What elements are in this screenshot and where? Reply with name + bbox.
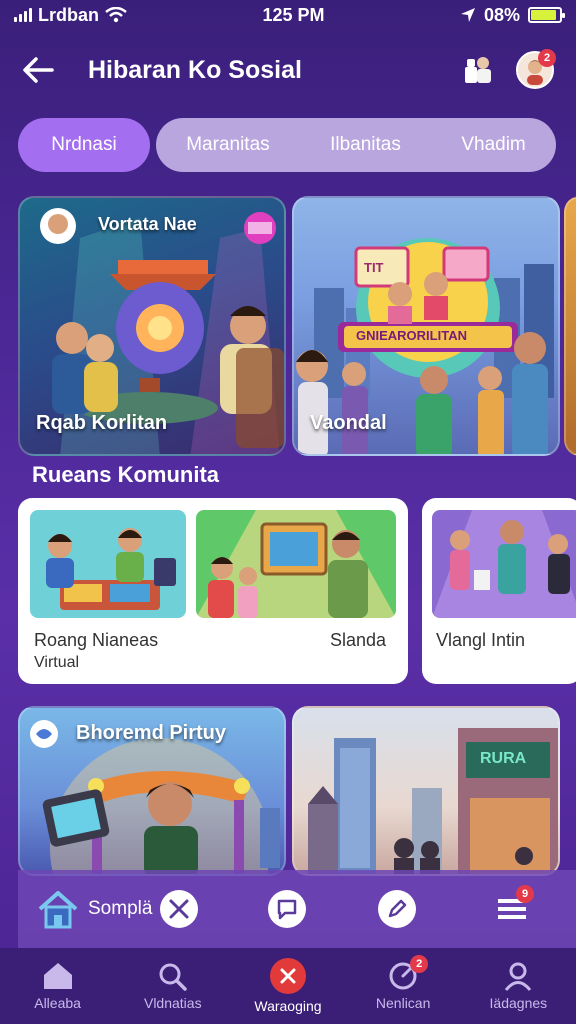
chat-bubble-icon — [277, 899, 297, 920]
nav-item-profile[interactable]: Iädagnes — [463, 961, 573, 1011]
app-header: Hibaran Ko Sosial 2 — [0, 44, 576, 96]
featured-label: Rqab Korlitan — [36, 412, 168, 434]
featured-label: Vaondal — [310, 412, 387, 434]
nav-item-notifications[interactable]: 2 Nenlican — [348, 955, 458, 1011]
location-arrow-icon — [460, 8, 475, 22]
bottom-navigation: Alleaba Vldnatias Waraoging 2 Nenlican I… — [0, 948, 576, 1024]
tab-group: Maranitas Ilbanitas Vhadim — [156, 118, 556, 172]
status-bar: Lrdban 125 PM 08% — [0, 0, 576, 30]
signal-icon — [14, 8, 32, 22]
home-icon — [38, 891, 78, 929]
battery-icon — [527, 7, 565, 23]
tools-icon — [169, 899, 189, 919]
board-game-illustration — [30, 510, 186, 618]
clock: 125 PM — [262, 4, 325, 25]
edit-button[interactable] — [378, 890, 416, 928]
community-card[interactable]: Roang Nianeas Virtual Slanda — [18, 498, 408, 684]
back-button[interactable] — [22, 52, 58, 88]
home-shortcut-label: Somplä — [88, 898, 153, 919]
search-icon — [159, 963, 187, 991]
profile-avatar[interactable]: 2 — [516, 49, 556, 89]
wifi-icon — [105, 7, 127, 23]
featured-card-peek[interactable] — [564, 196, 576, 456]
card-caption-secondary: Virtual — [34, 654, 80, 671]
nav-label: Alleaba — [34, 995, 81, 1011]
notification-badge: 2 — [538, 49, 556, 67]
nav-label: Vldnatias — [143, 995, 202, 1011]
tab-item[interactable]: Ilbanitas — [330, 134, 401, 156]
family-tablet-illustration — [196, 510, 396, 618]
featured-card[interactable]: Vortata Nae Rqab Korlitan — [18, 196, 286, 456]
people-icon — [465, 57, 491, 83]
banner-top-text: TIT — [364, 260, 384, 275]
city-street-illustration — [308, 728, 558, 874]
nav-item-home[interactable]: Alleaba — [3, 961, 113, 1011]
card-caption: Vlangl Intin — [436, 630, 526, 650]
community-card[interactable]: Vlangl Intin — [422, 498, 576, 684]
list-button[interactable]: 9 — [492, 885, 534, 929]
tools-button[interactable] — [160, 890, 198, 928]
list-badge: 9 — [516, 885, 534, 903]
nav-item-center[interactable]: Waraoging — [233, 958, 343, 1014]
user-icon — [505, 962, 532, 991]
pencil-icon — [388, 899, 407, 918]
page-title: Hibaran Ko Sosial — [88, 55, 302, 84]
battery-percent: 08% — [483, 4, 520, 25]
promo-card[interactable]: RURA — [292, 706, 560, 876]
card-caption: Roang Nianeas — [34, 630, 159, 650]
promo-label: Bhoremd Pirtuy — [76, 722, 227, 744]
share-people-button[interactable] — [460, 51, 498, 89]
chat-button[interactable] — [268, 890, 306, 928]
section-title: Rueans Komunita — [32, 462, 220, 487]
tab-item[interactable]: Maranitas — [186, 134, 269, 156]
back-arrow-icon — [23, 57, 54, 83]
banner-main-text: GNIEARORILITAN — [356, 328, 467, 343]
tab-item[interactable]: Vhadim — [461, 134, 525, 156]
shop-sign-text: RURA — [480, 750, 527, 767]
nav-label: Nenlican — [375, 995, 431, 1011]
card-caption-right: Slanda — [330, 630, 387, 650]
center-action-button[interactable] — [269, 958, 306, 994]
nav-label: Iädagnes — [489, 995, 548, 1011]
house-icon — [43, 963, 72, 989]
category-tabs: Nrdnasi Maranitas Ilbanitas Vhadim — [18, 118, 576, 172]
close-cross-icon — [280, 968, 296, 984]
nav-item-search[interactable]: Vldnatias — [118, 961, 228, 1011]
home-shortcut[interactable]: Somplä — [36, 889, 152, 929]
floating-action-bar: Somplä 9 — [18, 870, 576, 948]
nav-label: Waraoging — [254, 998, 322, 1014]
featured-top-label: Vortata Nae — [98, 214, 197, 234]
nav-badge: 2 — [410, 955, 429, 973]
featured-card[interactable]: TIT GNIEARORILITAN Vaondal — [292, 196, 560, 456]
promo-card[interactable]: Bhoremd Pirtuy — [18, 706, 286, 876]
tab-active[interactable]: Nrdnasi — [18, 118, 150, 172]
carrier-name: Lrdban — [38, 4, 99, 25]
crowd-illustration — [432, 510, 576, 618]
